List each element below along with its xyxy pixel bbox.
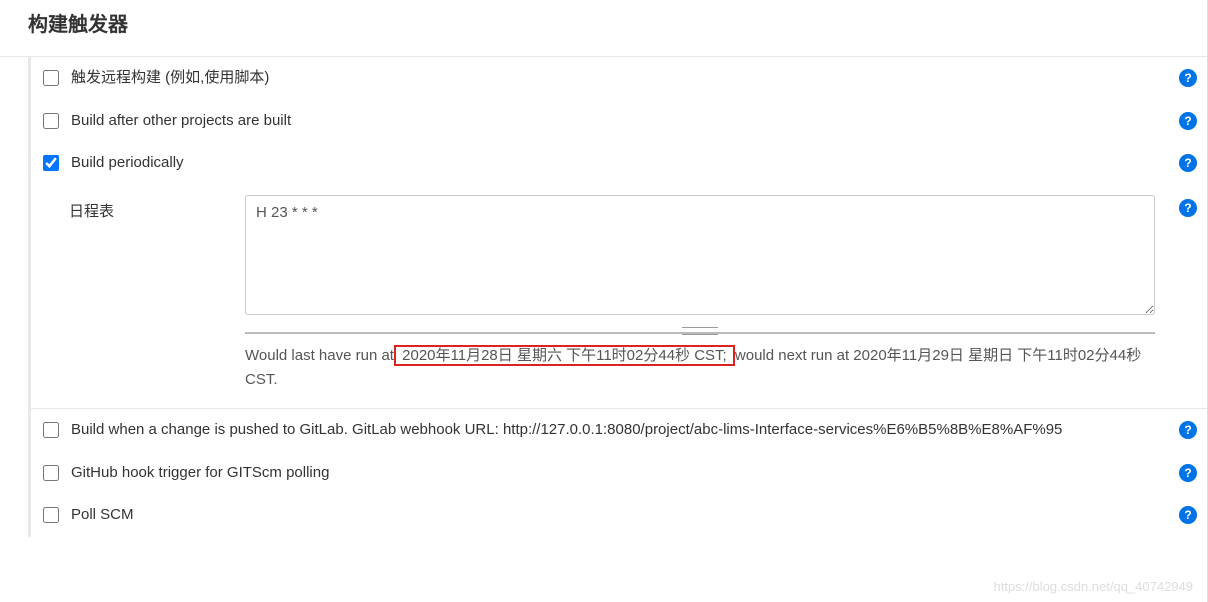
trigger-checkbox-github-hook[interactable]	[43, 465, 59, 481]
help-icon[interactable]: ?	[1179, 421, 1197, 439]
trigger-label-github-hook: GitHub hook trigger for GITScm polling	[71, 462, 1195, 485]
trigger-label-remote-build: 触发远程构建 (例如,使用脚本)	[71, 67, 1195, 90]
trigger-row-github-hook: GitHub hook trigger for GITScm polling ?	[31, 452, 1207, 495]
help-icon[interactable]: ?	[1179, 464, 1197, 482]
trigger-row-poll-scm: Poll SCM ?	[31, 494, 1207, 537]
trigger-row-build-periodically: Build periodically ?	[31, 142, 1207, 185]
help-icon[interactable]: ?	[1179, 199, 1197, 217]
schedule-label: 日程表	[69, 195, 245, 403]
trigger-checkbox-gitlab-push[interactable]	[43, 422, 59, 438]
trigger-checkbox-build-periodically[interactable]	[43, 155, 59, 171]
trigger-row-gitlab-push: Build when a change is pushed to GitLab.…	[31, 409, 1207, 452]
trigger-row-build-after: Build after other projects are built ?	[31, 100, 1207, 143]
resize-handle[interactable]	[245, 328, 1155, 334]
trigger-label-build-after: Build after other projects are built	[71, 110, 1195, 133]
watermark-text: https://blog.csdn.net/qq_40742949	[994, 577, 1194, 597]
trigger-label-gitlab-push: Build when a change is pushed to GitLab.…	[71, 419, 1195, 442]
help-icon[interactable]: ?	[1179, 112, 1197, 130]
trigger-checkbox-remote-build[interactable]	[43, 70, 59, 86]
schedule-info-pre: Would last have run at	[245, 347, 394, 364]
trigger-checkbox-poll-scm[interactable]	[43, 507, 59, 523]
trigger-checkbox-build-after[interactable]	[43, 113, 59, 129]
section-title: 构建触发器	[0, 0, 1207, 57]
schedule-section: 日程表 Would last have run at 2020年11月28日 星…	[31, 185, 1207, 410]
help-icon[interactable]: ?	[1179, 154, 1197, 172]
trigger-label-build-periodically: Build periodically	[71, 152, 1195, 175]
help-icon[interactable]: ?	[1179, 506, 1197, 524]
trigger-row-remote-build: 触发远程构建 (例如,使用脚本) ?	[31, 57, 1207, 100]
schedule-textarea[interactable]	[245, 195, 1155, 315]
schedule-info-highlight: 2020年11月28日 星期六 下午11时02分44秒 CST;	[394, 345, 735, 366]
trigger-label-poll-scm: Poll SCM	[71, 504, 1195, 527]
help-icon[interactable]: ?	[1179, 69, 1197, 87]
schedule-info-text: Would last have run at 2020年11月28日 星期六 下…	[245, 344, 1155, 402]
